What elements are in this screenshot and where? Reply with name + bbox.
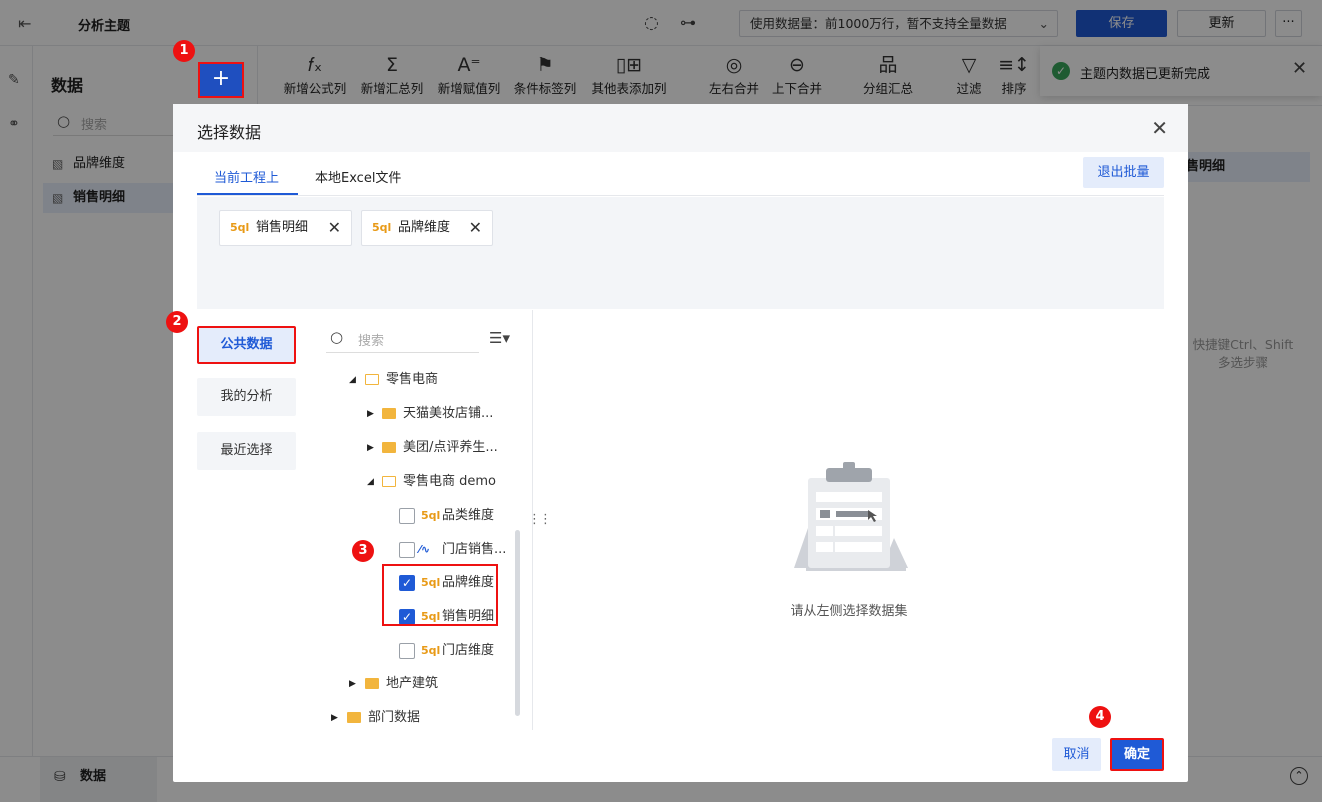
selected-chip: 5ql 销售明细 ✕ xyxy=(219,210,352,246)
tree-search-input[interactable]: ○ 搜索 xyxy=(326,323,479,353)
tree-node-label: 地产建筑 xyxy=(386,676,439,691)
chip-label: 销售明细 xyxy=(256,220,309,235)
folder-open-icon xyxy=(382,476,396,487)
remove-chip-icon[interactable]: ✕ xyxy=(469,211,482,245)
remove-chip-icon[interactable]: ✕ xyxy=(328,211,341,245)
category-my-analysis[interactable]: 我的分析 xyxy=(197,378,296,416)
collapse-arrow-icon: ◢ xyxy=(349,375,356,385)
dataset-checkbox[interactable] xyxy=(399,643,415,659)
collapse-arrow-icon: ◢ xyxy=(367,477,374,487)
expand-arrow-icon: ▶ xyxy=(349,679,356,689)
expand-arrow-icon: ▶ xyxy=(331,713,338,723)
selected-chips-area: 5ql 销售明细 ✕ 5ql 品牌维度 ✕ xyxy=(197,197,1164,309)
sql-icon: 5ql xyxy=(230,221,250,234)
folder-icon xyxy=(365,678,379,689)
selection-highlight xyxy=(382,564,498,626)
sql-icon: 5ql xyxy=(421,509,441,522)
expand-arrow-icon: ▶ xyxy=(367,443,374,453)
tree-node-label: 门店维度 xyxy=(442,643,495,658)
folder-icon xyxy=(382,442,396,453)
tree-folder[interactable]: ▶ 天猫美妆店铺... xyxy=(367,402,517,426)
step-badge-1: 1 xyxy=(173,40,195,62)
tree-folder[interactable]: ◢ 零售电商 xyxy=(349,368,519,392)
empty-clipboard-illustration xyxy=(794,462,908,571)
tree-folder[interactable]: ▶ 部门数据 xyxy=(331,706,515,730)
tree-dataset[interactable]: 5ql 门店维度 xyxy=(399,639,515,663)
source-tabs: 当前工程上 本地Excel文件 xyxy=(197,152,1164,196)
category-recent[interactable]: 最近选择 xyxy=(197,432,296,470)
step-badge-2: 2 xyxy=(166,311,188,333)
dataset-checkbox[interactable] xyxy=(399,508,415,524)
tree-node-label: 品类维度 xyxy=(442,508,495,523)
tree-node-label: 零售电商 xyxy=(386,372,439,387)
tree-node-label: 部门数据 xyxy=(368,710,421,725)
tree-folder[interactable]: ◢ 零售电商 demo xyxy=(367,470,517,494)
tree-node-label: 美团/点评养生... xyxy=(403,440,498,455)
data-tree: ○ 搜索 ☰▾ ◢ 零售电商 ▶ 天猫美妆店铺... ▶ 美团/点评养生... … xyxy=(309,310,533,730)
chip-label: 品牌维度 xyxy=(398,220,451,235)
tree-node-label: 门店销售... xyxy=(442,542,507,557)
exit-batch-button[interactable]: 退出批量 xyxy=(1083,157,1164,188)
empty-message: 请从左侧选择数据集 xyxy=(790,604,908,619)
folder-icon xyxy=(347,712,361,723)
folder-open-icon xyxy=(365,374,379,385)
tree-dataset[interactable]: ⁄∿ 门店销售... xyxy=(399,538,515,562)
line-chart-icon: ⁄∿ xyxy=(419,543,431,556)
tree-node-label: 天猫美妆店铺... xyxy=(403,406,494,421)
tab-local-excel[interactable]: 本地Excel文件 xyxy=(315,167,401,186)
tree-search-placeholder: 搜索 xyxy=(358,334,385,349)
drag-handle-icon[interactable]: ⋮⋮ xyxy=(528,512,552,527)
sql-icon: 5ql xyxy=(372,221,392,234)
cancel-button[interactable]: 取消 xyxy=(1052,738,1101,771)
close-icon[interactable]: ✕ xyxy=(1151,116,1168,140)
step-badge-4: 4 xyxy=(1089,706,1111,728)
tree-folder[interactable]: ▶ 美团/点评养生... xyxy=(367,436,517,460)
tree-node-label: 零售电商 demo xyxy=(403,474,496,489)
tab-underline xyxy=(197,193,298,195)
expand-arrow-icon: ▶ xyxy=(367,409,374,419)
tab-current-project[interactable]: 当前工程上 xyxy=(214,167,279,186)
filter-options-icon[interactable]: ☰▾ xyxy=(489,329,510,347)
search-icon: ○ xyxy=(330,328,344,346)
folder-icon xyxy=(382,408,396,419)
add-data-button[interactable]: + xyxy=(198,62,244,98)
preview-area: 请从左侧选择数据集 xyxy=(534,310,1164,730)
selected-chip: 5ql 品牌维度 ✕ xyxy=(361,210,493,246)
tree-scrollbar[interactable] xyxy=(515,530,520,716)
dialog-header: 选择数据 ✕ xyxy=(173,104,1188,152)
tree-dataset[interactable]: 5ql 品类维度 xyxy=(399,504,515,528)
sql-icon: 5ql xyxy=(421,644,441,657)
select-data-dialog: 选择数据 ✕ 当前工程上 本地Excel文件 退出批量 5ql 销售明细 ✕ 5… xyxy=(173,104,1188,782)
step-badge-3: 3 xyxy=(352,540,374,562)
tree-folder[interactable]: ▶ 地产建筑 xyxy=(349,672,515,696)
dataset-checkbox[interactable] xyxy=(399,542,415,558)
confirm-button[interactable]: 确定 xyxy=(1110,738,1164,771)
category-public-data[interactable]: 公共数据 xyxy=(197,326,296,364)
dialog-title: 选择数据 xyxy=(197,123,262,142)
